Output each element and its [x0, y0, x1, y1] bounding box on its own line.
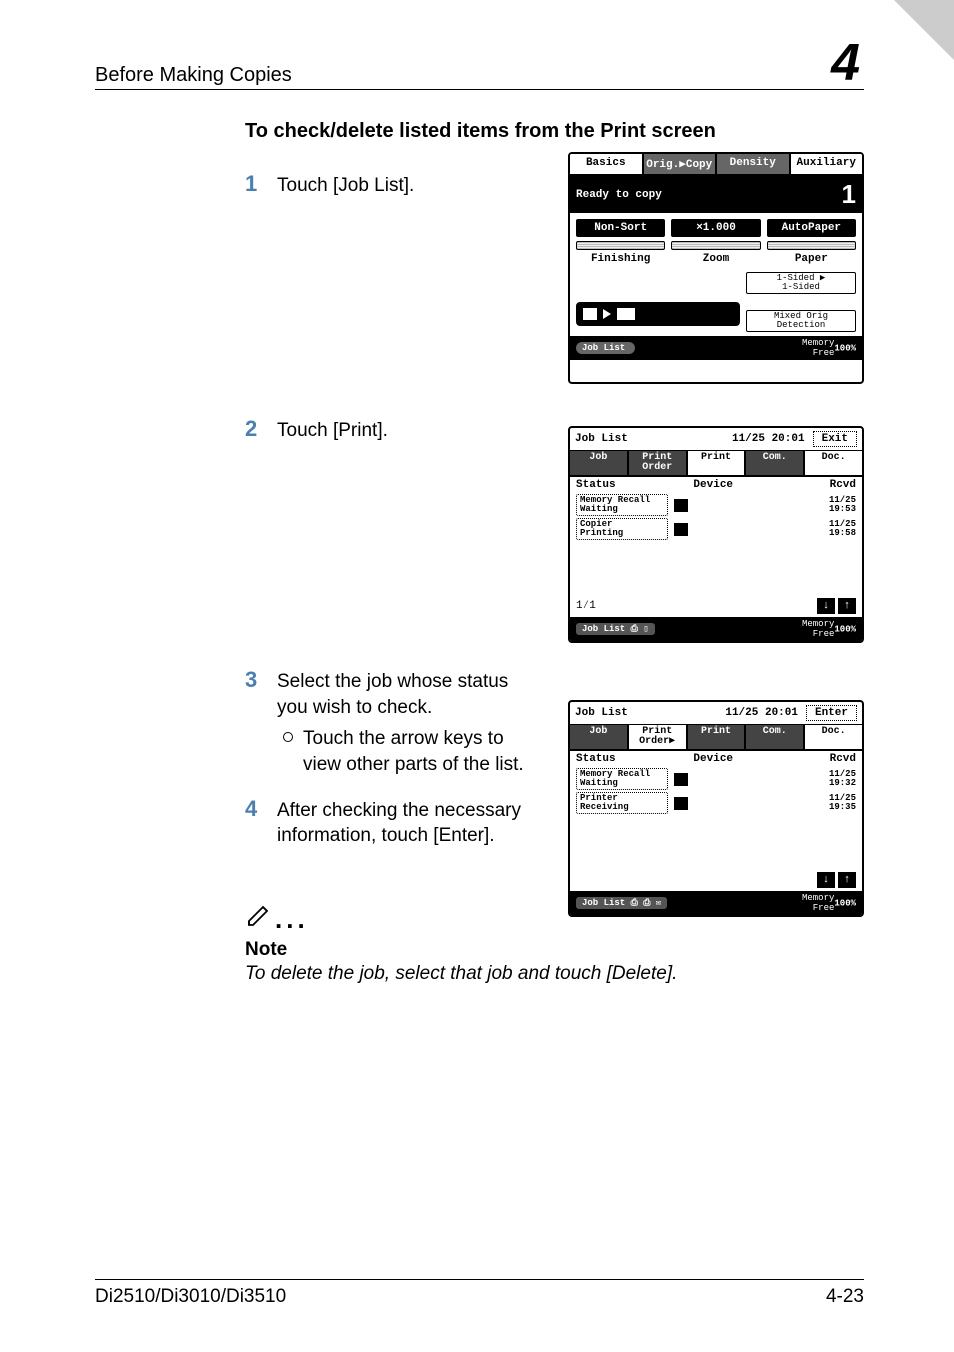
- arrow-up-button[interactable]: ↑: [838, 872, 856, 888]
- tab-job[interactable]: Job: [570, 451, 629, 475]
- joblist-datetime: 11/25 20:01: [732, 433, 805, 445]
- col-device: Device: [693, 479, 783, 491]
- job-row-1-time: 11/25 19:53: [806, 496, 856, 514]
- page-indicator: 1⁄1: [576, 600, 596, 612]
- tab-print-order[interactable]: Print Order: [629, 451, 688, 475]
- tab-doc[interactable]: Doc.: [805, 451, 862, 475]
- copy-count: 1: [842, 179, 856, 210]
- header-section-title: Before Making Copies: [95, 64, 292, 87]
- step-sub-text: Touch the arrow keys to view other parts…: [303, 726, 544, 777]
- page-footer: Di2510/Di3010/Di3510 4-23: [95, 1279, 864, 1308]
- portrait-icon: [582, 307, 598, 321]
- note-text: To delete the job, select that job and t…: [245, 961, 864, 987]
- figure-basics-panel: Basics Orig.▶Copy Density Auxiliary Read…: [568, 152, 864, 387]
- device-icon: [674, 773, 688, 786]
- figure-job-list-enter: Job List 11/25 20:01 Enter Job Print Ord…: [568, 700, 864, 920]
- page-header: Before Making Copies 4: [95, 40, 864, 90]
- joblist-datetime: 11/25 20:01: [725, 707, 798, 719]
- procedure-title: To check/delete listed items from the Pr…: [245, 120, 864, 143]
- landscape-icon: [616, 307, 636, 321]
- step-number: 1: [245, 171, 277, 197]
- joblist-title: Job List: [575, 433, 728, 445]
- chapter-number: 4: [831, 40, 864, 87]
- footer-model: Di2510/Di3010/Di3510: [95, 1286, 286, 1308]
- step-number: 4: [245, 796, 277, 822]
- zoom-value-button[interactable]: ×1.000: [671, 219, 760, 237]
- note-heading: Note: [245, 939, 864, 961]
- finishing-slot[interactable]: [576, 241, 665, 250]
- step-sub: Touch the arrow keys to view other parts…: [277, 726, 544, 777]
- pencil-icon: [245, 899, 275, 935]
- job-list-tag[interactable]: Job List ⎙ ▯: [576, 623, 655, 635]
- memory-free-pct: 100%: [834, 624, 856, 634]
- device-icon: [674, 523, 688, 536]
- memory-free-pct: 100%: [834, 898, 856, 908]
- job-list-tag[interactable]: Job List ⎙ ⎙ ✉: [576, 897, 667, 909]
- tab-auxiliary[interactable]: Auxiliary: [791, 154, 863, 174]
- auto-paper-button[interactable]: AutoPaper: [767, 219, 856, 237]
- job-row-2-time: 11/25 19:35: [806, 794, 856, 812]
- job-list-button[interactable]: Job List: [576, 342, 635, 354]
- page-corner: [894, 0, 954, 60]
- zoom-slot[interactable]: [671, 241, 760, 250]
- col-rcvd: Rcvd: [784, 753, 856, 765]
- memory-free-label: Memory Free: [802, 893, 834, 913]
- tab-print[interactable]: Print: [688, 451, 747, 475]
- tab-density[interactable]: Density: [717, 154, 791, 174]
- status-text: Ready to copy: [576, 189, 662, 201]
- sided-button[interactable]: 1-Sided ▶ 1-Sided: [746, 272, 856, 294]
- step-number: 3: [245, 667, 277, 693]
- memory-free-pct: 100%: [834, 343, 856, 353]
- orig-direction-button[interactable]: [576, 302, 740, 326]
- finishing-label: Finishing: [576, 253, 665, 265]
- exit-button[interactable]: Exit: [813, 431, 857, 447]
- device-icon: [674, 797, 688, 810]
- paper-label: Paper: [767, 253, 856, 265]
- job-row-1-time: 11/25 19:32: [806, 770, 856, 788]
- enter-button[interactable]: Enter: [806, 705, 857, 721]
- job-row-2[interactable]: Copier Printing: [576, 518, 668, 540]
- job-row-2-time: 11/25 19:58: [806, 520, 856, 538]
- col-rcvd: Rcvd: [784, 479, 856, 491]
- col-status: Status: [576, 479, 693, 491]
- device-icon: [674, 499, 688, 512]
- arrow-down-button[interactable]: ↓: [817, 872, 835, 888]
- non-sort-button[interactable]: Non-Sort: [576, 219, 665, 237]
- tab-print-order[interactable]: Print Order▶: [629, 725, 688, 749]
- job-row-1[interactable]: Memory Recall Waiting: [576, 494, 668, 516]
- arrow-down-button[interactable]: ↓: [817, 598, 835, 614]
- footer-page-number: 4-23: [826, 1286, 864, 1308]
- tab-com[interactable]: Com.: [746, 725, 805, 749]
- memory-free-label: Memory Free: [802, 338, 834, 358]
- col-status: Status: [576, 753, 693, 765]
- tab-job[interactable]: Job: [570, 725, 629, 749]
- bullet-icon: [283, 732, 293, 742]
- chevron-right-icon: [603, 309, 611, 319]
- tab-print[interactable]: Print: [688, 725, 747, 749]
- figure-job-list-exit: Job List 11/25 20:01 Exit Job Print Orde…: [568, 426, 864, 646]
- job-row-2[interactable]: Printer Receiving: [576, 792, 668, 814]
- step-number: 2: [245, 416, 277, 442]
- paper-slot[interactable]: [767, 241, 856, 250]
- tab-doc[interactable]: Doc.: [805, 725, 862, 749]
- job-row-1[interactable]: Memory Recall Waiting: [576, 768, 668, 790]
- mixed-orig-button[interactable]: Mixed Orig Detection: [746, 310, 856, 332]
- tab-orig-copy[interactable]: Orig.▶Copy: [644, 154, 718, 174]
- arrow-up-button[interactable]: ↑: [838, 598, 856, 614]
- memory-free-label: Memory Free: [802, 619, 834, 639]
- col-device: Device: [693, 753, 783, 765]
- tab-basics[interactable]: Basics: [570, 154, 644, 174]
- tab-com[interactable]: Com.: [746, 451, 805, 475]
- step-text: Select the job whose status you wish to …: [277, 669, 544, 720]
- joblist-title: Job List: [575, 707, 721, 719]
- note-dots: ...: [275, 904, 309, 934]
- zoom-label: Zoom: [671, 253, 760, 265]
